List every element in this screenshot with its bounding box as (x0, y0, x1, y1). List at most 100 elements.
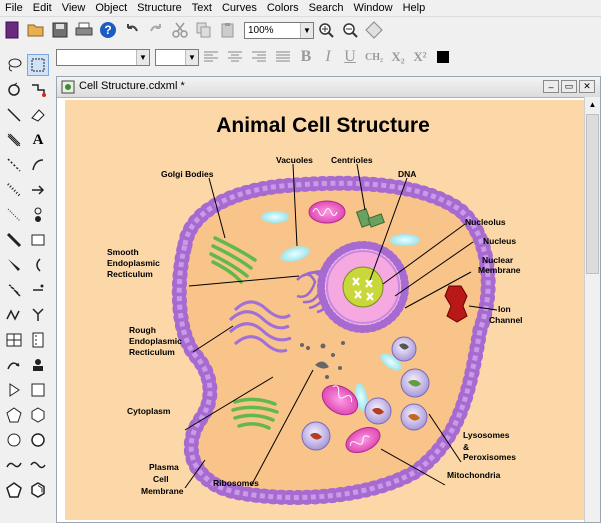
zoom-select[interactable]: 100% ▼ (244, 21, 314, 39)
bold-button[interactable]: B (295, 48, 317, 66)
font-size-select[interactable]: ▼ (155, 48, 199, 66)
paste-button[interactable] (217, 19, 239, 41)
drawing-canvas[interactable]: Animal Cell Structure Golgi Bodies Vacuo… (65, 100, 584, 520)
tlc-plate-icon (32, 332, 44, 348)
circle-tool[interactable] (3, 429, 25, 451)
underline-button[interactable]: U (339, 48, 361, 66)
copy-button[interactable] (193, 19, 215, 41)
wedge-bond-icon (8, 259, 20, 271)
wave-tool[interactable] (3, 454, 25, 476)
scroll-up-icon[interactable]: ▲ (585, 97, 600, 112)
menu-structure[interactable]: Structure (132, 0, 187, 16)
redo-button[interactable] (145, 19, 167, 41)
document-title-bar[interactable]: Cell Structure.cdxml * – ▭ ✕ (57, 77, 600, 98)
subscript-button[interactable]: X₂ (387, 49, 409, 65)
align-right-button[interactable] (248, 46, 270, 68)
hexagon-ring-tool[interactable] (27, 404, 49, 426)
save-button[interactable] (49, 19, 71, 41)
print-button[interactable] (73, 19, 95, 41)
hashed-wedge-tool[interactable] (3, 279, 25, 301)
superscript-button[interactable]: X² (409, 49, 431, 65)
label-ribosomes: Ribosomes (213, 478, 259, 488)
label-mitochondria: Mitochondria (447, 470, 501, 480)
query-tool[interactable] (27, 304, 49, 326)
menu-view[interactable]: View (57, 0, 91, 16)
square-ring-tool[interactable] (27, 379, 49, 401)
menu-bar: File Edit View Object Structure Text Cur… (0, 0, 601, 17)
wave2-tool[interactable] (27, 454, 49, 476)
wavy-bond-tool[interactable] (3, 204, 25, 226)
help-button[interactable]: ? (97, 19, 119, 41)
arrow-tool[interactable] (27, 179, 49, 201)
play-tool[interactable] (3, 379, 25, 401)
eraser-tool[interactable] (27, 104, 49, 126)
restore-button[interactable]: ▭ (561, 80, 577, 93)
plasma-membrane (171, 175, 496, 505)
menu-curves[interactable]: Curves (217, 0, 262, 16)
menu-object[interactable]: Object (90, 0, 132, 16)
font-select[interactable]: ▼ (56, 48, 150, 66)
zoom-out-button[interactable] (339, 19, 361, 41)
pentagon-ring-tool[interactable] (3, 404, 25, 426)
orbital-tool[interactable] (27, 204, 49, 226)
wedge-bond-tool[interactable] (3, 254, 25, 276)
mechanism-arrow-tool[interactable] (3, 354, 25, 376)
orbital-icon (34, 207, 42, 222)
menu-colors[interactable]: Colors (262, 0, 304, 16)
line-tool[interactable] (3, 104, 25, 126)
redo-icon (150, 24, 161, 32)
rotate-tool[interactable] (3, 79, 25, 101)
bold-dash-tool[interactable] (3, 179, 25, 201)
zoom-in-button[interactable] (315, 19, 337, 41)
italic-button[interactable]: I (317, 48, 339, 66)
tlc-plate-tool[interactable] (27, 329, 49, 351)
minimize-button[interactable]: – (543, 80, 559, 93)
pen-tool[interactable] (27, 154, 49, 176)
cell-diagram: Animal Cell Structure Golgi Bodies Vacuo… (107, 114, 523, 505)
dashed-bond-icon (7, 158, 21, 172)
dashed-bond-tool[interactable] (3, 154, 25, 176)
template-tool[interactable] (27, 354, 49, 376)
charge-tool[interactable] (27, 279, 49, 301)
bond-chain-tool[interactable] (27, 79, 49, 101)
vertical-scrollbar[interactable]: ▲ (584, 97, 600, 522)
bracket-tool[interactable] (27, 254, 49, 276)
menu-search[interactable]: Search (304, 0, 349, 16)
wavy-bond-icon (7, 208, 21, 222)
cut-button[interactable] (169, 19, 191, 41)
cyclopentadiene-tool[interactable] (3, 479, 25, 501)
open-button[interactable] (25, 19, 47, 41)
menu-window[interactable]: Window (348, 0, 397, 16)
formula-button[interactable]: CH₂ (361, 52, 387, 63)
shape-button[interactable] (363, 19, 385, 41)
minimize-icon: – (548, 81, 554, 92)
align-right-icon (252, 51, 266, 62)
text-tool[interactable]: A (27, 129, 49, 151)
menu-text[interactable]: Text (187, 0, 217, 16)
hatch-bond-tool[interactable] (3, 129, 25, 151)
chevron-down-icon: ▼ (136, 49, 149, 65)
new-document-icon (5, 21, 19, 39)
menu-edit[interactable]: Edit (28, 0, 57, 16)
align-left-button[interactable] (200, 46, 222, 68)
menu-help[interactable]: Help (398, 0, 431, 16)
lasso-tool[interactable] (3, 54, 25, 76)
bold-bond-tool[interactable] (3, 229, 25, 251)
marquee-tool[interactable] (27, 54, 49, 76)
scroll-thumb[interactable] (586, 114, 599, 274)
menu-file[interactable]: File (0, 0, 28, 16)
close-button[interactable]: ✕ (579, 80, 595, 93)
pentagon-icon (6, 482, 22, 498)
justify-button[interactable] (272, 46, 294, 68)
rectangle-tool[interactable] (27, 229, 49, 251)
circle-ring-tool[interactable] (27, 429, 49, 451)
rotate-icon (8, 82, 20, 96)
chain-tool[interactable] (3, 304, 25, 326)
table-tool[interactable] (3, 329, 25, 351)
benzene-tool[interactable] (27, 479, 49, 501)
align-center-button[interactable] (224, 46, 246, 68)
text-color-button[interactable] (432, 46, 454, 68)
hatched-bond-icon (7, 133, 21, 147)
undo-button[interactable] (121, 19, 143, 41)
new-document-button[interactable] (1, 19, 23, 41)
